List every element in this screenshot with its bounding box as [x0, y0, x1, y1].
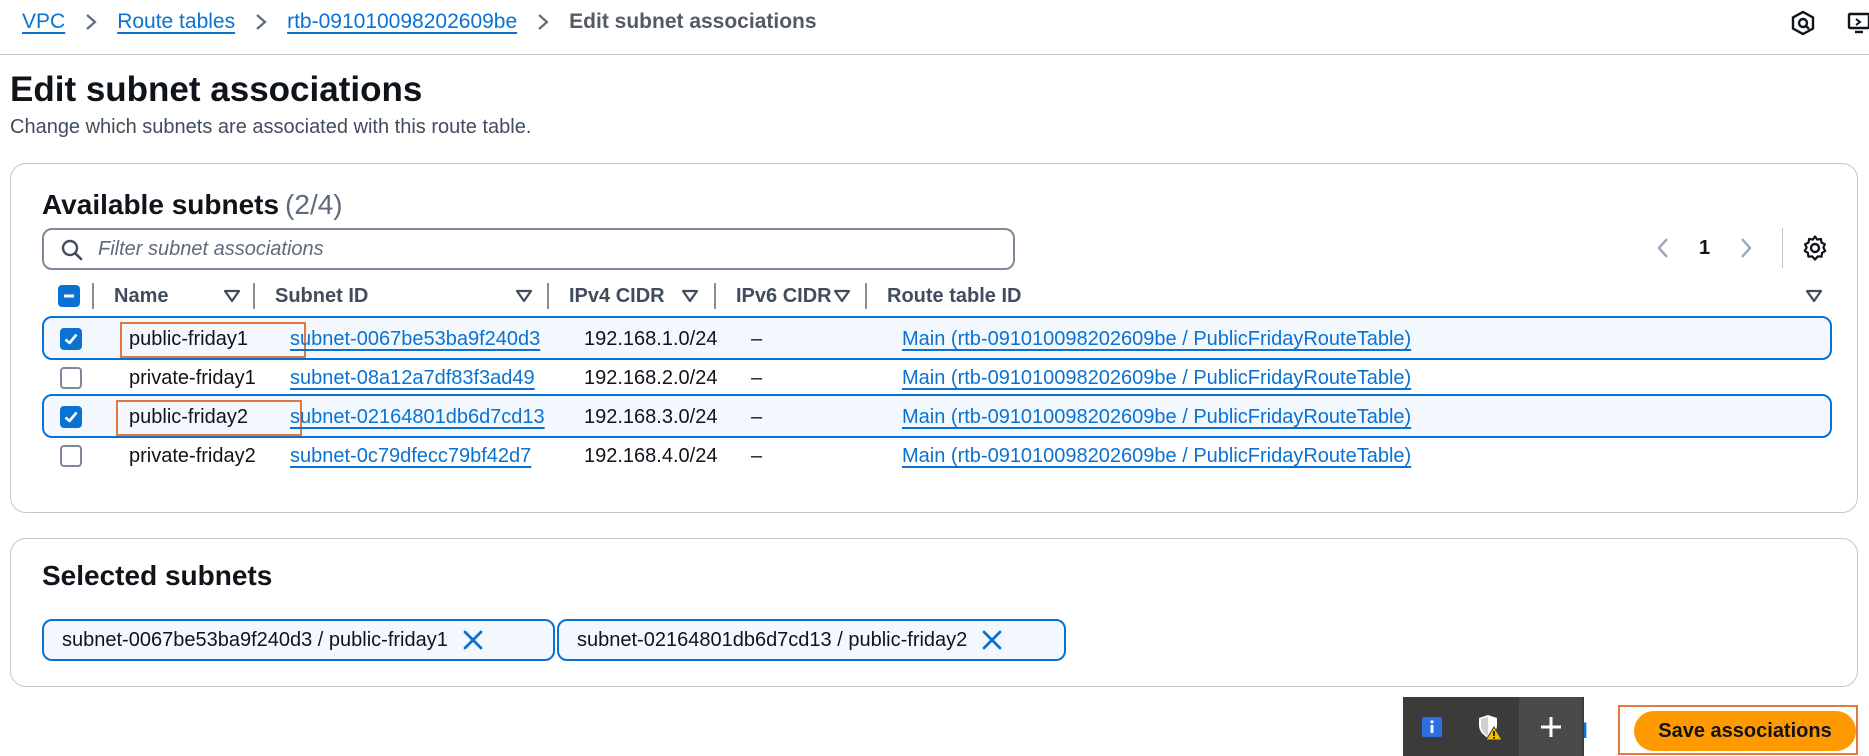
selected-subnet-token: subnet-02164801db6d7cd13 / public-friday… [557, 619, 1066, 661]
cell-ipv4-cidr: 192.168.3.0/24 [584, 406, 718, 428]
column-header-subnet-id[interactable]: Subnet ID [275, 277, 368, 315]
cell-route-table-link[interactable]: Main (rtb-091010098202609be / PublicFrid… [902, 406, 1411, 429]
sort-caret-icon[interactable] [222, 286, 242, 306]
chevron-right-icon[interactable] [1732, 234, 1760, 262]
table-row[interactable]: public-friday1 subnet-0067be53ba9f240d3 … [42, 316, 1832, 360]
chevron-right-icon [255, 13, 267, 31]
column-divider [92, 283, 94, 309]
top-bar: VPC Route tables rtb-091010098202609be E… [0, 0, 1869, 55]
table-row[interactable]: private-friday2 subnet-0c79dfecc79bf42d7… [42, 433, 1832, 477]
token-label: subnet-02164801db6d7cd13 / public-friday… [577, 628, 968, 651]
checkmark-icon [64, 411, 78, 423]
sort-caret-icon[interactable] [680, 286, 700, 306]
cell-subnet-id-link[interactable]: subnet-08a12a7df83f3ad49 [290, 367, 535, 390]
column-divider [547, 283, 549, 309]
cell-route-table-link[interactable]: Main (rtb-091010098202609be / PublicFrid… [902, 328, 1411, 351]
column-divider [714, 283, 716, 309]
table-row[interactable]: public-friday2 subnet-02164801db6d7cd13 … [42, 394, 1832, 438]
cell-ipv6-cidr: – [751, 367, 763, 389]
filter-subnets-input[interactable] [98, 235, 978, 263]
available-subnets-count: (2/4) [285, 189, 343, 220]
breadcrumb-route-table-link[interactable]: rtb-091010098202609be [287, 10, 517, 34]
page-number[interactable]: 1 [1699, 237, 1710, 260]
screen-share-icon[interactable] [1846, 10, 1869, 36]
cell-route-table-link[interactable]: Main (rtb-091010098202609be / PublicFrid… [902, 445, 1411, 468]
pager-divider [1782, 228, 1783, 268]
available-subnets-heading: Available subnets (2/4) [42, 189, 343, 221]
cell-subnet-id-link[interactable]: subnet-02164801db6d7cd13 [290, 406, 545, 429]
breadcrumb-route-tables-link[interactable]: Route tables [117, 10, 235, 34]
cell-ipv4-cidr: 192.168.1.0/24 [584, 328, 718, 350]
save-associations-button[interactable]: Save associations [1634, 711, 1856, 751]
info-icon[interactable] [1403, 697, 1461, 756]
selected-subnet-token: subnet-0067be53ba9f240d3 / public-friday… [42, 619, 555, 661]
column-divider [865, 283, 867, 309]
search-icon [60, 238, 84, 262]
cell-ipv6-cidr: – [751, 328, 763, 350]
column-header-name[interactable]: Name [114, 277, 168, 315]
row-checkbox[interactable] [60, 367, 82, 389]
sort-caret-icon[interactable] [832, 286, 852, 306]
close-icon[interactable] [460, 627, 486, 653]
cell-ipv6-cidr: – [751, 445, 763, 467]
available-subnets-container: Available subnets(2/4) 1 Name Subnet ID … [10, 163, 1858, 513]
column-header-ipv6-cidr[interactable]: IPv6 CIDR [736, 277, 832, 315]
table-row[interactable]: private-friday1 subnet-08a12a7df83f3ad49… [42, 355, 1832, 399]
cell-subnet-id-link[interactable]: subnet-0067be53ba9f240d3 [290, 328, 540, 351]
cell-name: private-friday2 [129, 445, 256, 467]
cell-ipv6-cidr: – [751, 406, 763, 428]
table-header: Name Subnet ID IPv4 CIDR IPv6 CIDR Route… [42, 277, 1832, 315]
page-description: Change which subnets are associated with… [10, 116, 532, 138]
help-panel-icon[interactable] [1790, 10, 1816, 36]
close-icon[interactable] [979, 627, 1005, 653]
floating-toolbar [1403, 697, 1584, 756]
shield-warning-icon[interactable] [1461, 697, 1519, 756]
filter-box [42, 228, 1015, 270]
breadcrumb-current: Edit subnet associations [569, 10, 817, 33]
column-header-ipv4-cidr[interactable]: IPv4 CIDR [569, 277, 665, 315]
cell-ipv4-cidr: 192.168.4.0/24 [584, 445, 718, 467]
breadcrumb: VPC Route tables rtb-091010098202609be E… [22, 10, 817, 34]
selected-subnets-container: Selected subnets subnet-0067be53ba9f240d… [10, 538, 1858, 687]
chevron-left-icon[interactable] [1649, 234, 1677, 262]
breadcrumb-vpc-link[interactable]: VPC [22, 10, 65, 34]
checkmark-icon [64, 333, 78, 345]
gear-icon[interactable] [1801, 234, 1829, 262]
select-all-checkbox[interactable] [58, 285, 80, 307]
cell-name: private-friday1 [129, 367, 256, 389]
plus-icon[interactable] [1519, 697, 1582, 756]
cell-ipv4-cidr: 192.168.2.0/24 [584, 367, 718, 389]
row-checkbox[interactable] [60, 328, 82, 350]
column-divider [253, 283, 255, 309]
chevron-right-icon [85, 13, 97, 31]
column-header-route-table-id[interactable]: Route table ID [887, 277, 1021, 315]
sort-caret-icon[interactable] [1804, 286, 1824, 306]
pagination: 1 [1649, 234, 1760, 262]
sort-caret-icon[interactable] [514, 286, 534, 306]
annotation-highlight-box: Save associations [1618, 705, 1858, 755]
chevron-right-icon [537, 13, 549, 31]
cell-route-table-link[interactable]: Main (rtb-091010098202609be / PublicFrid… [902, 367, 1411, 390]
row-checkbox[interactable] [60, 445, 82, 467]
available-subnets-title: Available subnets [42, 189, 280, 220]
selected-subnets-title: Selected subnets [42, 560, 273, 591]
page-title: Edit subnet associations [10, 70, 423, 109]
cell-name: public-friday2 [129, 406, 248, 428]
cell-name: public-friday1 [129, 328, 248, 350]
row-checkbox[interactable] [60, 406, 82, 428]
cell-subnet-id-link[interactable]: subnet-0c79dfecc79bf42d7 [290, 445, 531, 468]
token-label: subnet-0067be53ba9f240d3 / public-friday… [62, 628, 448, 651]
